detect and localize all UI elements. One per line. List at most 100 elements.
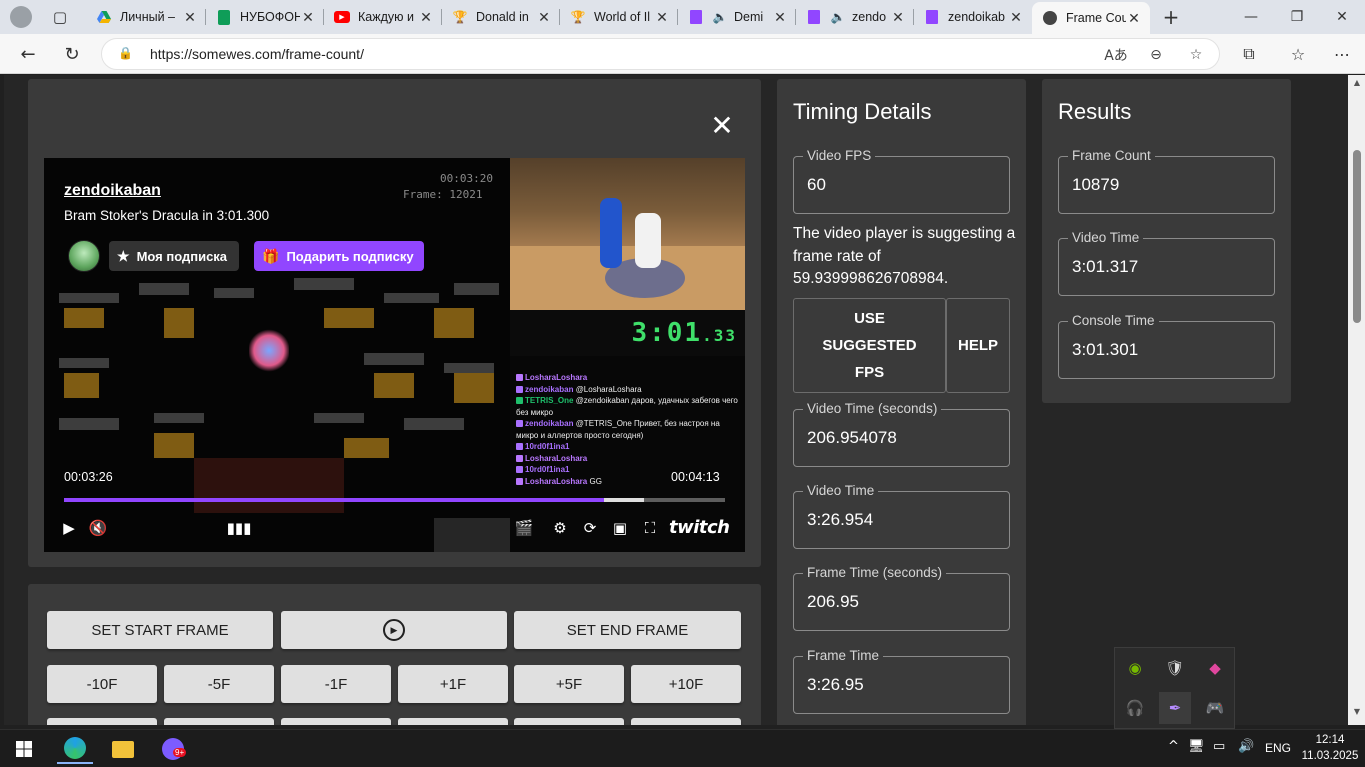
tab-9-active[interactable]: Frame Cou ✕ bbox=[1032, 2, 1150, 34]
scroll-down-icon[interactable]: ▼ bbox=[1352, 707, 1362, 717]
close-icon[interactable]: ✕ bbox=[300, 9, 316, 26]
volume-icon[interactable]: 🔊 bbox=[1238, 739, 1254, 754]
tab-1[interactable]: Личный – ✕ bbox=[86, 3, 206, 31]
headset-icon[interactable]: 🎧 bbox=[1119, 692, 1151, 724]
speaker-icon[interactable]: 🔈 bbox=[830, 9, 846, 25]
more-button-row[interactable] bbox=[47, 718, 157, 725]
close-icon[interactable]: ✕ bbox=[1008, 9, 1024, 26]
audio-levels-icon[interactable]: ▮▮▮ bbox=[227, 516, 252, 540]
close-icon[interactable]: ✕ bbox=[654, 9, 670, 26]
video-time-field[interactable]: Video Time 3:26.954 bbox=[793, 483, 1010, 549]
close-icon[interactable]: ✕ bbox=[418, 9, 434, 26]
clock[interactable]: 12:14 11.03.2025 bbox=[1300, 732, 1360, 764]
rotate-icon[interactable]: ⟳ bbox=[578, 516, 602, 540]
more-tools-icon[interactable]: ⊖ bbox=[1144, 45, 1168, 65]
clip-icon[interactable]: 🎬 bbox=[512, 516, 536, 540]
video-time-seconds-field[interactable]: Video Time (seconds) 206.954078 bbox=[793, 401, 1010, 467]
discord-icon[interactable]: 🎮 bbox=[1199, 692, 1231, 724]
defender-shield-icon[interactable]: 🛡 bbox=[1159, 652, 1191, 684]
seek-bar[interactable] bbox=[64, 498, 725, 502]
url-text[interactable]: https://somewes.com/frame-count/ bbox=[150, 46, 364, 62]
tab-actions-icon[interactable]: ▢ bbox=[47, 4, 73, 30]
nvidia-icon[interactable]: ◉ bbox=[1119, 652, 1151, 684]
tab-4[interactable]: 🏆 Donald in ✕ bbox=[442, 3, 560, 31]
chat-username[interactable]: 10rd0f1ina1 bbox=[525, 465, 569, 474]
video-fps-field[interactable]: Video FPS 60 bbox=[793, 148, 1010, 214]
mute-icon[interactable]: 🔇 bbox=[86, 516, 110, 540]
back-icon[interactable]: ← bbox=[13, 40, 43, 68]
file-explorer-icon[interactable] bbox=[105, 734, 141, 764]
more-button-row[interactable] bbox=[631, 718, 741, 725]
step-plus1-button[interactable]: +1F bbox=[398, 665, 508, 703]
speaker-icon[interactable]: 🔈 bbox=[712, 9, 728, 25]
video-player[interactable]: 3:01.33 LosharaLoshara zendoikaban @Losh… bbox=[44, 158, 745, 552]
extensions-icon[interactable]: ⧉ bbox=[1234, 40, 1264, 68]
help-button[interactable]: HELP bbox=[946, 298, 1010, 393]
reload-icon[interactable]: ↻ bbox=[57, 40, 87, 68]
close-icon[interactable]: ✕ bbox=[536, 9, 552, 26]
more-button-row[interactable] bbox=[398, 718, 508, 725]
minimize-icon[interactable]: — bbox=[1228, 0, 1274, 34]
tab-6[interactable]: 🔈 Demi ✕ bbox=[678, 3, 796, 31]
chat-username[interactable]: TETRIS_One bbox=[525, 396, 576, 405]
chat-username[interactable]: LosharaLoshara bbox=[525, 454, 587, 463]
lock-icon[interactable]: 🔒 bbox=[118, 46, 134, 62]
step-minus1-button[interactable]: -1F bbox=[281, 665, 391, 703]
frame-time-seconds-field[interactable]: Frame Time (seconds) 206.95 bbox=[793, 565, 1010, 631]
more-button-row[interactable] bbox=[514, 718, 624, 725]
edge-browser-icon[interactable] bbox=[57, 734, 93, 764]
chat-username[interactable]: 10rd0f1ina1 bbox=[525, 442, 569, 451]
windows-start-icon[interactable] bbox=[6, 734, 42, 764]
tab-8[interactable]: zendoikab ✕ bbox=[914, 3, 1032, 31]
feather-icon[interactable]: ✒ bbox=[1159, 692, 1191, 724]
channel-name-link[interactable]: zendoikaban bbox=[64, 182, 161, 200]
close-icon[interactable]: ✕ bbox=[772, 9, 788, 26]
close-video-button[interactable]: ✕ bbox=[706, 109, 738, 142]
pip-icon[interactable]: ▣ bbox=[608, 516, 632, 540]
result-video-time-field[interactable]: Video Time 3:01.317 bbox=[1058, 230, 1275, 296]
twitch-logo[interactable]: twitch bbox=[669, 517, 730, 538]
chat-username[interactable]: zendoikaban bbox=[525, 385, 576, 394]
profile-avatar-icon[interactable] bbox=[8, 4, 34, 30]
frame-time-field[interactable]: Frame Time 3:26.95 bbox=[793, 648, 1010, 714]
tab-5[interactable]: 🏆 World of Il ✕ bbox=[560, 3, 678, 31]
favorites-icon[interactable]: ☆ bbox=[1283, 40, 1313, 68]
display-icon[interactable]: ▭ bbox=[1213, 739, 1225, 754]
new-tab-icon[interactable]: + bbox=[1158, 4, 1184, 30]
window-close-icon[interactable]: ✕ bbox=[1319, 0, 1365, 34]
close-icon[interactable]: ✕ bbox=[1126, 10, 1142, 27]
chevron-up-icon[interactable]: ^ bbox=[1168, 739, 1179, 754]
close-icon[interactable]: ✕ bbox=[182, 9, 198, 26]
tab-3[interactable]: ▶ Каждую и ✕ bbox=[324, 3, 442, 31]
app-tray-icon[interactable]: ◆ bbox=[1199, 652, 1231, 684]
chat-username[interactable]: LosharaLoshara bbox=[525, 373, 587, 382]
page-scrollbar[interactable]: ▲ ▼ bbox=[1348, 75, 1365, 725]
favorite-star-icon[interactable]: ☆ bbox=[1184, 45, 1208, 65]
chat-username[interactable]: LosharaLoshara bbox=[525, 477, 589, 486]
gift-subscription-button[interactable]: 🎁 Подарить подписку bbox=[254, 241, 424, 271]
restore-icon[interactable]: ❐ bbox=[1274, 0, 1320, 34]
more-button-row[interactable] bbox=[281, 718, 391, 725]
channel-avatar[interactable] bbox=[68, 240, 100, 272]
tab-7[interactable]: 🔈 zendo ✕ bbox=[796, 3, 914, 31]
step-plus10-button[interactable]: +10F bbox=[631, 665, 741, 703]
fullscreen-icon[interactable]: ⛶ bbox=[638, 516, 662, 540]
language-indicator[interactable]: ENG bbox=[1265, 741, 1291, 755]
read-aloud-icon[interactable]: Aあ bbox=[1104, 45, 1128, 65]
play-pause-button[interactable]: ▶ bbox=[281, 611, 507, 649]
console-time-field[interactable]: Console Time 3:01.301 bbox=[1058, 313, 1275, 379]
subscription-button[interactable]: ★ Моя подписка bbox=[109, 241, 240, 271]
scroll-up-icon[interactable]: ▲ bbox=[1352, 78, 1362, 88]
chat-username[interactable]: zendoikaban bbox=[525, 419, 576, 428]
step-minus5-button[interactable]: -5F bbox=[164, 665, 274, 703]
set-end-frame-button[interactable]: SET END FRAME bbox=[514, 611, 741, 649]
set-start-frame-button[interactable]: SET START FRAME bbox=[47, 611, 273, 649]
settings-gear-icon[interactable]: ⚙ bbox=[548, 516, 572, 540]
tab-2[interactable]: НУБОФОН ✕ bbox=[206, 3, 324, 31]
step-minus10-button[interactable]: -10F bbox=[47, 665, 157, 703]
settings-more-icon[interactable]: ⋯ bbox=[1327, 40, 1357, 68]
url-field[interactable]: 🔒 https://somewes.com/frame-count/ Aあ ⊖ … bbox=[101, 38, 1220, 70]
play-icon[interactable]: ▶ bbox=[57, 516, 81, 540]
frame-count-field[interactable]: Frame Count 10879 bbox=[1058, 148, 1275, 214]
network-icon[interactable]: 🖥 bbox=[1188, 739, 1205, 754]
